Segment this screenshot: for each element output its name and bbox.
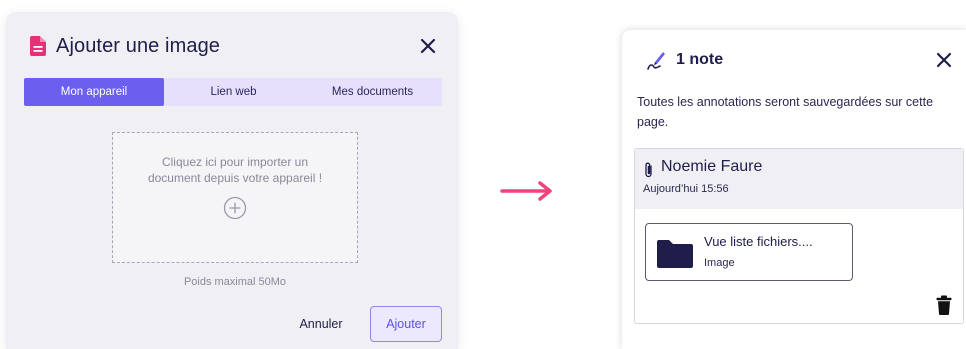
dropzone-text: Cliquez ici pour importer un document de… [147, 155, 323, 185]
note-timestamp: Aujourd’hui 15:56 [643, 183, 729, 195]
note-author: Noemie Faure [661, 158, 763, 175]
close-icon [420, 38, 436, 54]
attachment-chip[interactable]: Vue liste fichiers.... Image [645, 223, 853, 281]
attachment-type: Image [704, 257, 735, 269]
note-card: Noemie Faure Aujourd’hui 15:56 Vue liste… [634, 148, 964, 324]
close-icon [936, 52, 952, 68]
tab-lien-web[interactable]: Lien web [164, 78, 303, 106]
upload-dialog: Ajouter une image Mon appareil Lien web … [6, 12, 458, 349]
trash-icon[interactable] [936, 295, 952, 315]
source-tabs: Mon appareil Lien web Mes documents [24, 78, 442, 106]
document-icon [30, 36, 46, 56]
panel-close-button[interactable] [932, 48, 956, 72]
close-button[interactable] [416, 34, 440, 58]
upload-dropzone[interactable]: Cliquez ici pour importer un document de… [112, 132, 358, 263]
dialog-title: Ajouter une image [56, 34, 221, 57]
tab-mon-appareil[interactable]: Mon appareil [24, 78, 164, 106]
folder-icon [657, 240, 693, 268]
arrow-right-icon [500, 181, 552, 201]
paperclip-icon [645, 162, 652, 178]
attachment-name: Vue liste fichiers.... [704, 234, 813, 249]
panel-title: 1 note [676, 51, 724, 68]
tab-mes-documents[interactable]: Mes documents [303, 78, 442, 106]
notes-panel: 1 note Toutes les annotations seront sau… [622, 30, 966, 349]
note-card-header: Noemie Faure Aujourd’hui 15:56 [635, 149, 963, 209]
pen-annotation-icon [647, 52, 665, 70]
max-weight-hint: Poids maximal 50Mo [183, 276, 287, 288]
cancel-button[interactable]: Annuler [290, 312, 352, 336]
add-button[interactable]: Ajouter [370, 306, 442, 342]
plus-circle-icon [223, 196, 247, 220]
panel-header: 1 note [646, 46, 956, 74]
panel-description: Toutes les annotations seront sauvegardé… [637, 95, 934, 129]
dialog-header: Ajouter une image [30, 30, 440, 62]
